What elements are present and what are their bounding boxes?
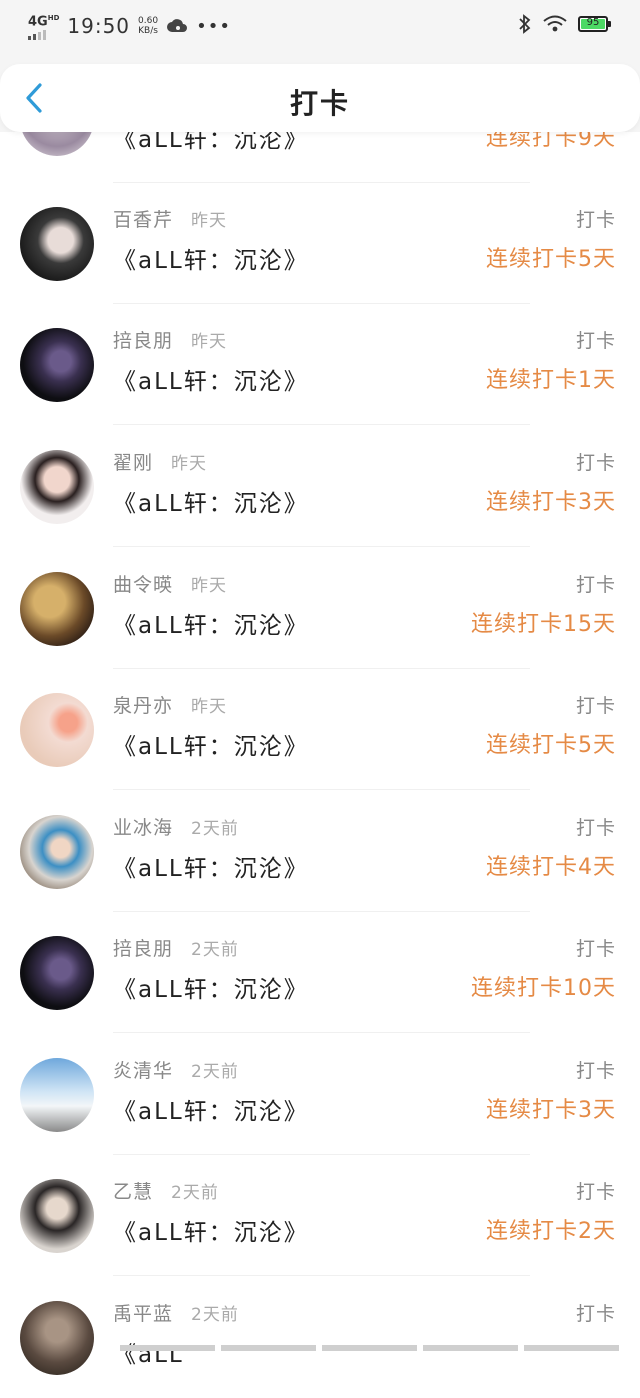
avatar [20, 1301, 94, 1375]
speed-unit: KB/s [138, 26, 158, 37]
battery-level: 95 [586, 17, 600, 28]
action-type: 打卡 [575, 452, 616, 474]
list-item[interactable]: 掊良朋 2天前 《aLL轩：沉沦》 打卡 连续打卡10天 [0, 912, 640, 1033]
bottom-scroll-indicator [0, 1345, 640, 1351]
avatar [20, 1058, 94, 1132]
book-title[interactable]: 《aLL轩：沉沦》 [113, 484, 309, 518]
book-title[interactable]: 《aLL [113, 1335, 184, 1369]
action-type: 打卡 [575, 1060, 616, 1082]
action-type: 打卡 [575, 574, 616, 596]
streak-text: 连续打卡1天 [486, 368, 616, 393]
list-item[interactable]: 乙慧 2天前 《aLL轩：沉沦》 打卡 连续打卡2天 [0, 1155, 640, 1276]
header-card: 打卡 [0, 64, 640, 132]
list-item[interactable]: 业冰海 2天前 《aLL轩：沉沦》 打卡 连续打卡4天 [0, 791, 640, 912]
divider [113, 424, 530, 425]
book-title[interactable]: 《aLL轩：沉沦》 [113, 970, 309, 1004]
time-label: 昨天 [171, 454, 208, 474]
list-item[interactable]: 翟刚 昨天 《aLL轩：沉沦》 打卡 连续打卡3天 [0, 426, 640, 547]
book-title[interactable]: 《aLL轩：沉沦》 [113, 241, 309, 275]
network-speed: 0.60 KB/s [138, 16, 158, 36]
user-name[interactable]: 炎清华 [113, 1056, 173, 1083]
book-title[interactable]: 《aLL轩：沉沦》 [113, 727, 309, 761]
network-indicator: 4GHD [28, 12, 60, 41]
battery-icon: 95 [578, 16, 611, 32]
streak-text: 连续打卡4天 [486, 855, 616, 880]
divider [113, 1275, 530, 1276]
action-type: 打卡 [575, 209, 616, 231]
avatar [20, 1179, 94, 1253]
streak-text: 连续打卡3天 [486, 490, 616, 515]
clock: 19:50 [67, 14, 131, 39]
time-label: 昨天 [191, 332, 228, 352]
wifi-icon [543, 15, 567, 32]
divider [113, 546, 530, 547]
streak-text: 连续打卡5天 [486, 247, 616, 272]
book-title[interactable]: 《aLL轩：沉沦》 [113, 1213, 309, 1247]
action-type: 打卡 [575, 817, 616, 839]
action-type: 打卡 [575, 1303, 616, 1325]
list-item[interactable]: 曲令暎 昨天 《aLL轩：沉沦》 打卡 连续打卡15天 [0, 548, 640, 669]
time-label: 2天前 [191, 940, 239, 960]
time-label: 昨天 [191, 697, 228, 717]
action-type: 打卡 [575, 330, 616, 352]
avatar [20, 207, 94, 281]
action-type: 打卡 [575, 1181, 616, 1203]
book-title[interactable]: 《aLL轩：沉沦》 [113, 849, 309, 883]
bluetooth-icon [519, 14, 531, 34]
more-icon: ••• [196, 15, 231, 37]
speed-value: 0.60 [138, 16, 159, 27]
time-label: 2天前 [171, 1183, 219, 1203]
list-item[interactable]: 泉丹亦 昨天 《aLL轩：沉沦》 打卡 连续打卡5天 [0, 669, 640, 790]
page-title: 打卡 [289, 87, 350, 120]
streak-text: 连续打卡5天 [486, 733, 616, 758]
time-label: 2天前 [191, 1305, 239, 1325]
network-type: 4G [28, 14, 48, 30]
user-name[interactable]: 掊良朋 [113, 326, 173, 353]
avatar [20, 450, 94, 524]
avatar [20, 572, 94, 646]
action-type: 打卡 [575, 695, 616, 717]
streak-text: 连续打卡3天 [486, 1098, 616, 1123]
divider [113, 789, 530, 790]
avatar [20, 328, 94, 402]
avatar [20, 693, 94, 767]
user-name[interactable]: 乙慧 [113, 1177, 153, 1204]
list-item[interactable]: 禹平蓝 2天前 《aLL 打卡 [0, 1277, 640, 1398]
signal-icon [28, 30, 59, 41]
action-type: 打卡 [575, 938, 616, 960]
avatar [20, 936, 94, 1010]
time-label: 2天前 [191, 1062, 239, 1082]
list-item[interactable]: 炎清华 2天前 《aLL轩：沉沦》 打卡 连续打卡3天 [0, 1034, 640, 1155]
divider [113, 1032, 530, 1033]
time-label: 昨天 [191, 211, 228, 231]
status-bar: 4GHD 19:50 0.60 KB/s ••• 95 [0, 0, 640, 50]
user-name[interactable]: 禹平蓝 [113, 1299, 173, 1326]
book-title[interactable]: 《aLL轩：沉沦》 [113, 606, 309, 640]
streak-text: 连续打卡10天 [471, 976, 616, 1001]
network-sup: HD [47, 14, 60, 22]
streak-text: 连续打卡2天 [486, 1219, 616, 1244]
user-name[interactable]: 掊良朋 [113, 934, 173, 961]
user-name[interactable]: 百香芹 [113, 205, 173, 232]
header: 打卡 [0, 50, 640, 132]
user-name[interactable]: 泉丹亦 [113, 691, 173, 718]
list-item[interactable]: 百香芹 昨天 《aLL轩：沉沦》 打卡 连续打卡5天 [0, 183, 640, 304]
list-item[interactable]: 掊良朋 昨天 《aLL轩：沉沦》 打卡 连续打卡1天 [0, 304, 640, 425]
time-label: 昨天 [191, 576, 228, 596]
book-title[interactable]: 《aLL轩：沉沦》 [113, 1092, 309, 1126]
user-name[interactable]: 曲令暎 [113, 570, 173, 597]
user-name[interactable]: 翟刚 [113, 448, 153, 475]
book-title[interactable]: 《aLL轩：沉沦》 [113, 362, 309, 396]
streak-text: 连续打卡15天 [471, 612, 616, 637]
avatar [20, 815, 94, 889]
time-label: 2天前 [191, 819, 239, 839]
cloud-icon [167, 19, 188, 33]
user-name[interactable]: 业冰海 [113, 813, 173, 840]
